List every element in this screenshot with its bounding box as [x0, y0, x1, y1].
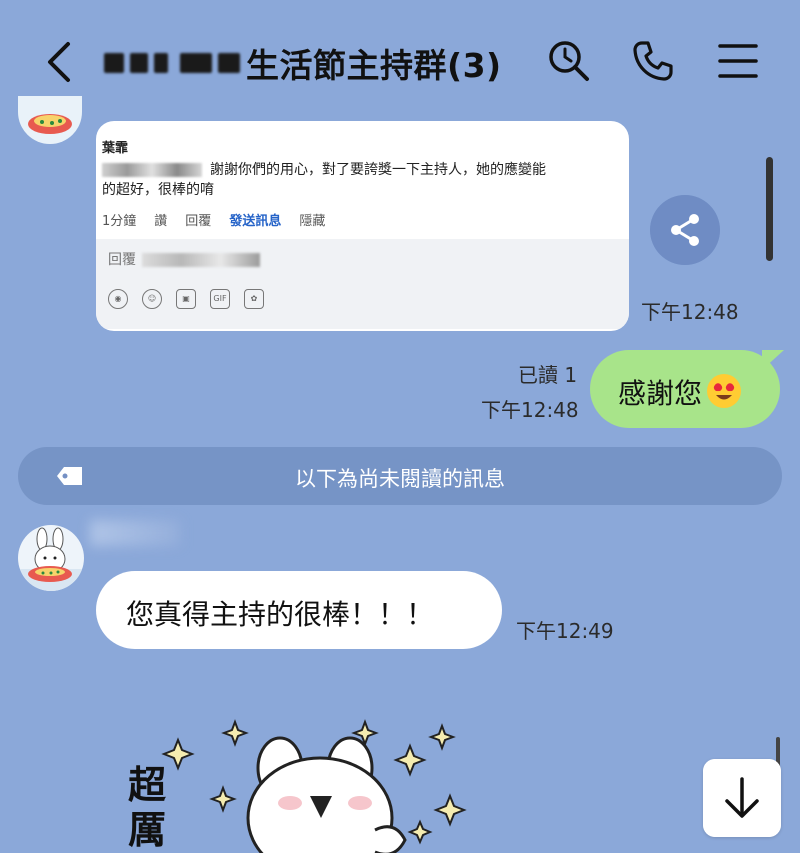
unread-divider: 以下為尚未閱讀的訊息 — [18, 447, 782, 505]
shared-screenshot-image[interactable]: 葉霏 謝謝你們的用心，對了要誇獎一下主持人，她的應變能 的超好，很棒的唷 1分鐘… — [96, 121, 629, 331]
unread-divider-label: 以下為尚未閱讀的訊息 — [295, 467, 505, 491]
scrollbar[interactable] — [766, 157, 773, 261]
redacted-name-part — [180, 53, 212, 73]
incoming-message-bubble[interactable]: 您真得主持的很棒！！！ — [96, 571, 502, 649]
my-message-bubble[interactable]: 感謝您 — [590, 350, 780, 428]
share-icon[interactable] — [650, 195, 720, 265]
message-time: 下午12:48 — [481, 398, 579, 422]
scroll-to-bottom-icon[interactable] — [703, 759, 781, 837]
comment-actions: 1分鐘 讚 回覆 發送訊息 隱藏 — [102, 210, 622, 229]
redacted-sender-name — [90, 520, 180, 546]
comment-time: 1分鐘 — [102, 214, 137, 229]
sender-avatar[interactable] — [18, 525, 84, 591]
reply-action: 回覆 — [185, 214, 212, 229]
bunny-sticker[interactable]: 超 厲 — [120, 718, 480, 853]
smiley-icon: ☺ — [142, 289, 162, 309]
redacted-name-part — [104, 53, 124, 73]
sticker-text-2: 厲 — [128, 808, 166, 852]
redacted-name-part — [154, 53, 168, 73]
redacted-tag — [102, 163, 202, 177]
camera-icon: ▣ — [176, 289, 196, 309]
read-receipt: 已讀 1 — [518, 363, 578, 387]
sticker-text-1: 超 — [128, 763, 167, 807]
message-time: 下午12:49 — [516, 619, 614, 643]
send-message-action: 發送訊息 — [229, 214, 282, 229]
redacted-reply-name — [142, 253, 260, 267]
message-time: 下午12:48 — [641, 300, 739, 324]
comment-text-line2: 的超好，很棒的唷 — [102, 182, 214, 198]
chat-title: 生活節主持群(3) — [246, 46, 502, 85]
redacted-name-part — [130, 53, 148, 73]
my-message-text: 感謝您 — [618, 377, 703, 410]
comment-author: 葉霏 — [102, 141, 129, 156]
screenshot-content: 葉霏 謝謝你們的用心，對了要誇獎一下主持人，她的應變能 的超好，很棒的唷 1分鐘… — [102, 137, 622, 229]
comment-text: 謝謝你們的用心，對了要誇獎一下主持人，她的應變能 — [102, 160, 622, 180]
chat-title-area[interactable]: 生活節主持群(3) — [104, 38, 502, 88]
reply-box: 回覆 ◉ ☺ ▣ GIF ✿ — [96, 239, 629, 329]
hide-action: 隱藏 — [299, 214, 326, 229]
chat-header: 生活節主持群(3) — [0, 0, 800, 118]
sticker-icon: ✿ — [244, 289, 264, 309]
reply-placeholder: 回覆 — [108, 249, 260, 269]
phone-icon[interactable] — [630, 38, 676, 84]
heart-eyes-emoji-icon — [707, 374, 742, 408]
avatar-icon: ◉ — [108, 289, 128, 309]
sender-avatar[interactable] — [18, 96, 82, 144]
comment-text-line1: 謝謝你們的用心，對了要誇獎一下主持人，她的應變能 — [210, 162, 546, 178]
search-icon[interactable] — [546, 38, 592, 84]
back-chevron-icon[interactable] — [40, 40, 80, 84]
like-action: 讚 — [154, 214, 168, 229]
incoming-message-text: 您真得主持的很棒！！！ — [126, 598, 435, 631]
menu-icon[interactable] — [716, 38, 762, 84]
reply-tools: ◉ ☺ ▣ GIF ✿ — [108, 289, 264, 309]
redacted-name-part — [218, 53, 240, 73]
my-message-text-wrap: 感謝您 — [618, 372, 742, 412]
reply-placeholder-text: 回覆 — [108, 252, 136, 268]
gif-icon: GIF — [210, 289, 230, 309]
